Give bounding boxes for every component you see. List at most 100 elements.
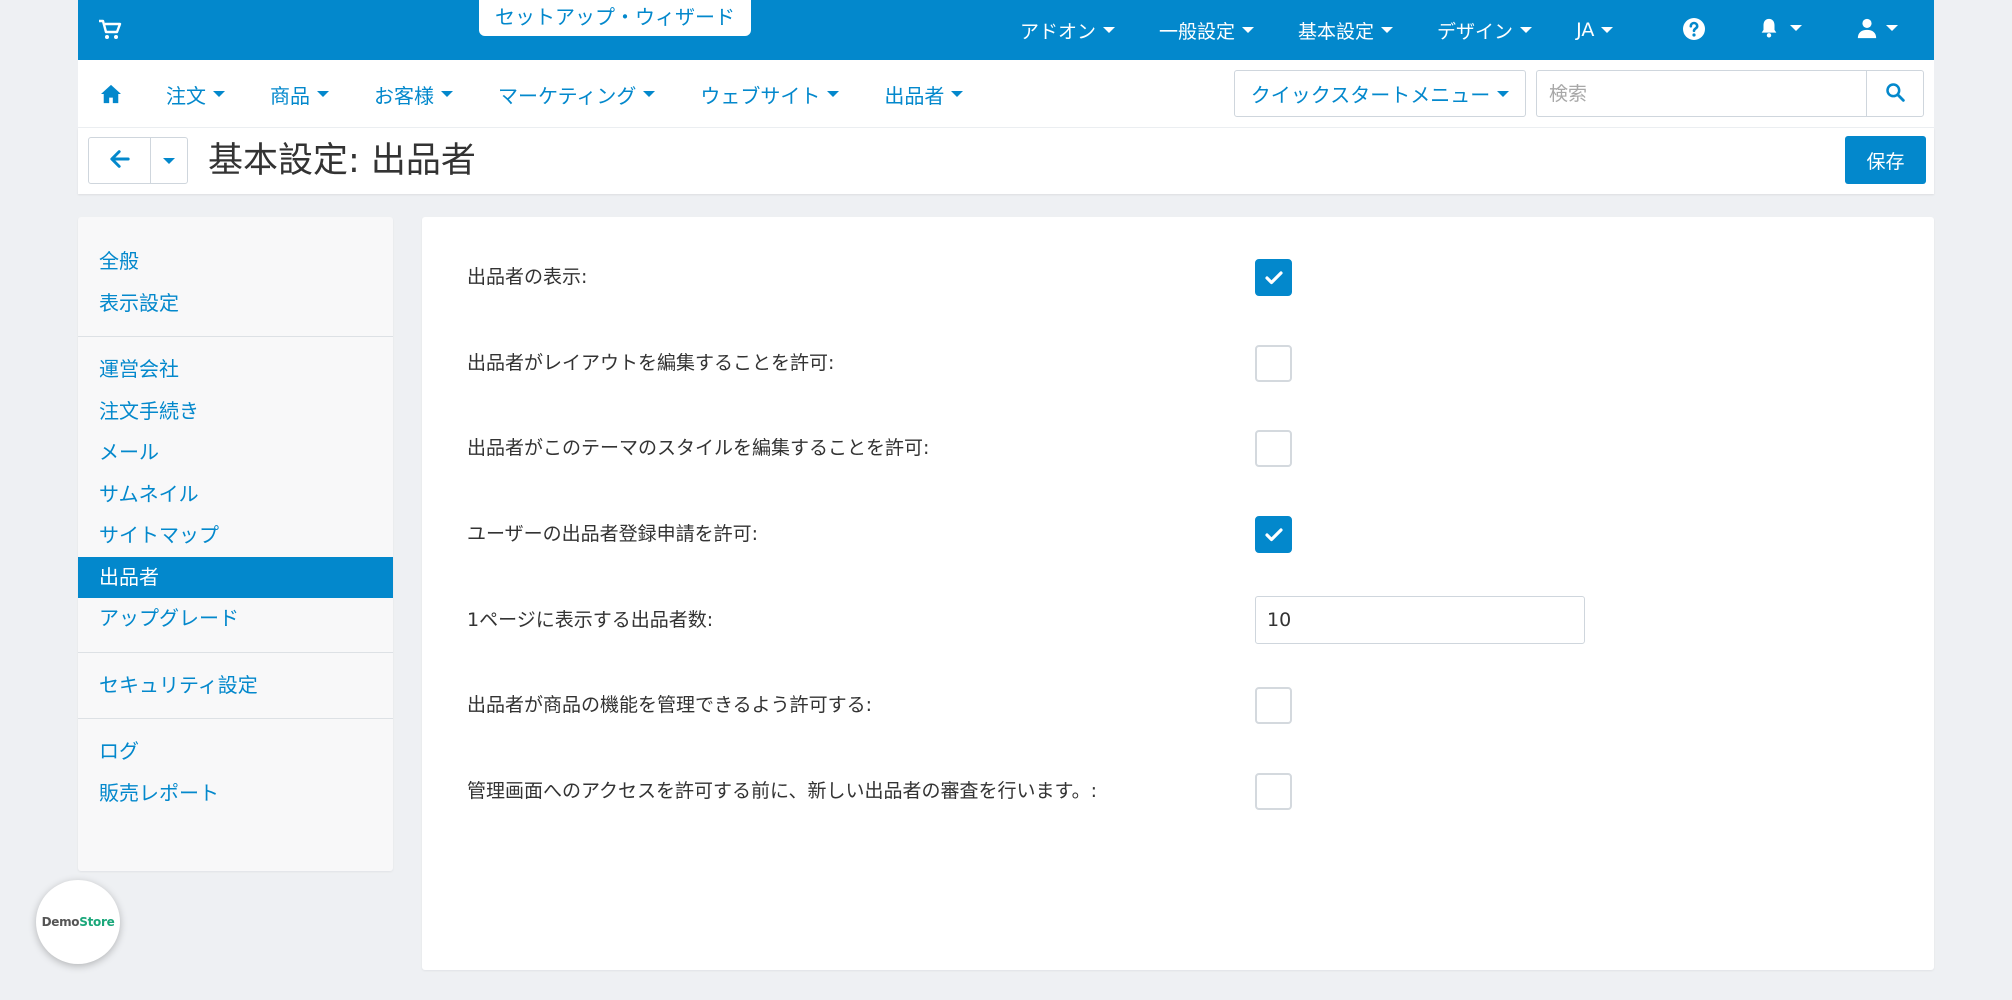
nav-items: 注文 商品 お客様 マーケティング ウェブサイト 出品者 <box>166 60 1008 128</box>
page-title: 基本設定: 出品者 <box>208 141 476 181</box>
setting-label: 1ページに表示する出品者数: <box>467 609 714 631</box>
show-vendor-checkbox[interactable] <box>1255 259 1292 296</box>
sidebar-item-security[interactable]: セキュリティ設定 <box>78 665 393 707</box>
nav-website[interactable]: ウェブサイト <box>700 80 840 109</box>
caret-down-icon <box>1103 27 1116 33</box>
caret-down-icon <box>1601 27 1614 33</box>
home-icon[interactable] <box>100 84 122 108</box>
sidebar-group: ログ 販売レポート <box>78 719 393 826</box>
sidebar-item-appearance[interactable]: 表示設定 <box>78 283 393 325</box>
moderate-new-vendors-checkbox[interactable] <box>1255 773 1292 810</box>
arrow-left-icon <box>109 149 130 172</box>
back-button-group <box>88 137 188 184</box>
sidebar-group: 全般 表示設定 <box>78 217 393 337</box>
setting-label: 出品者がレイアウトを編集することを許可: <box>467 352 835 374</box>
save-button[interactable]: 保存 <box>1845 136 1926 184</box>
setup-wizard-button[interactable]: セットアップ・ウィザード <box>479 0 751 36</box>
caret-down-icon <box>1886 25 1898 31</box>
caret-down-icon <box>163 157 175 164</box>
search-icon <box>1885 82 1905 106</box>
setting-row: 1ページに表示する出品者数: <box>467 596 1867 644</box>
nav-label: お客様 <box>374 83 434 108</box>
sidebar-group: セキュリティ設定 <box>78 653 393 719</box>
setting-label: 出品者の表示: <box>467 266 588 288</box>
setting-row: 出品者が商品の機能を管理できるよう許可する: <box>467 685 1867 725</box>
top-menu-label: デザイン <box>1437 20 1514 43</box>
top-menu: アドオン 一般設定 基本設定 デザイン JA <box>1020 0 1657 60</box>
sidebar-item-vendors[interactable]: 出品者 <box>78 556 393 598</box>
top-menu-addons[interactable]: アドオン <box>1020 17 1116 44</box>
setting-label: ユーザーの出品者登録申請を許可: <box>467 523 759 545</box>
caret-down-icon <box>951 91 964 97</box>
nav-products[interactable]: 商品 <box>270 80 329 109</box>
search-input[interactable] <box>1536 70 1866 117</box>
caret-down-icon <box>1520 27 1533 33</box>
sidebar-item-thumbnails[interactable]: サムネイル <box>78 474 393 516</box>
setting-label: 出品者が商品の機能を管理できるよう許可する: <box>467 694 873 716</box>
allow-manage-features-checkbox[interactable] <box>1255 687 1292 724</box>
checkmark-icon <box>1264 527 1283 541</box>
setting-row: 出品者の表示: <box>467 257 1867 297</box>
sidebar-item-emails[interactable]: メール <box>78 432 393 474</box>
cart-icon[interactable] <box>98 18 122 42</box>
nav-label: 注文 <box>166 83 206 108</box>
caret-down-icon <box>1242 27 1255 33</box>
settings-panel: 出品者の表示: 出品者がレイアウトを編集することを許可: 出品者がこのテーマのス… <box>422 217 1934 970</box>
nav-label: 出品者 <box>884 83 945 108</box>
sidebar-item-sitemap[interactable]: サイトマップ <box>78 515 393 557</box>
main-navigation: 注文 商品 お客様 マーケティング ウェブサイト 出品者 クイックスタートメニュ… <box>78 60 1934 128</box>
caret-down-icon <box>317 91 329 97</box>
nav-customers[interactable]: お客様 <box>374 80 453 109</box>
nav-label: 商品 <box>270 83 310 108</box>
top-menu-settings[interactable]: 基本設定 <box>1298 17 1394 44</box>
sidebar-item-logs[interactable]: ログ <box>78 731 393 773</box>
top-bar: セットアップ・ウィザード アドオン 一般設定 基本設定 デザイン JA <box>78 0 1934 60</box>
nav-orders[interactable]: 注文 <box>166 80 225 109</box>
caret-down-icon <box>1497 90 1510 97</box>
caret-down-icon <box>827 91 840 97</box>
back-button[interactable] <box>89 138 151 183</box>
top-menu-label: 基本設定 <box>1298 20 1375 43</box>
top-menu-general[interactable]: 一般設定 <box>1159 17 1255 44</box>
setting-row: 出品者がレイアウトを編集することを許可: <box>467 343 1867 383</box>
allow-edit-theme-style-checkbox[interactable] <box>1255 430 1292 467</box>
setting-row: ユーザーの出品者登録申請を許可: <box>467 514 1867 554</box>
sidebar-item-sales-reports[interactable]: 販売レポート <box>78 773 393 815</box>
vendors-per-page-input[interactable] <box>1255 596 1585 644</box>
top-menu-design[interactable]: デザイン <box>1437 17 1533 44</box>
checkmark-icon <box>1264 270 1283 284</box>
sidebar-group: 運営会社 注文手続き メール サムネイル サイトマップ 出品者 アップグレード <box>78 337 393 653</box>
nav-marketing[interactable]: マーケティング <box>498 80 656 109</box>
sidebar-item-general[interactable]: 全般 <box>78 241 393 283</box>
caret-down-icon <box>213 91 225 97</box>
caret-down-icon <box>1381 27 1394 33</box>
allow-vendor-registration-checkbox[interactable] <box>1255 516 1292 553</box>
user-menu-icon[interactable] <box>1856 17 1898 39</box>
help-icon[interactable] <box>1682 17 1706 41</box>
page-header: 基本設定: 出品者 保存 <box>78 128 1934 194</box>
setting-row: 出品者がこのテーマのスタイルを編集することを許可: <box>467 428 1867 468</box>
language-selector[interactable]: JA <box>1576 19 1614 41</box>
settings-sidebar: 全般 表示設定 運営会社 注文手続き メール サムネイル サイトマップ 出品者 … <box>78 217 393 871</box>
search-button[interactable] <box>1866 70 1924 117</box>
quick-start-menu-button[interactable]: クイックスタートメニュー <box>1234 70 1526 117</box>
setting-label: 管理画面へのアクセスを許可する前に、新しい出品者の審査を行います。: <box>467 780 1097 802</box>
sidebar-item-upgrade[interactable]: アップグレード <box>78 598 393 640</box>
notifications-bell-icon[interactable] <box>1758 17 1802 39</box>
sidebar-item-company[interactable]: 運営会社 <box>78 349 393 391</box>
nav-label: マーケティング <box>498 83 637 108</box>
top-menu-label: JA <box>1576 19 1595 41</box>
quick-start-label: クイックスタートメニュー <box>1250 83 1491 107</box>
sidebar-item-checkout[interactable]: 注文手続き <box>78 391 393 433</box>
nav-vendors[interactable]: 出品者 <box>884 80 964 109</box>
setting-row: 管理画面へのアクセスを許可する前に、新しい出品者の審査を行います。: <box>467 771 1867 811</box>
history-dropdown-button[interactable] <box>151 138 187 183</box>
caret-down-icon <box>643 91 656 97</box>
top-menu-label: アドオン <box>1020 20 1097 43</box>
setting-label: 出品者がこのテーマのスタイルを編集することを許可: <box>467 437 930 459</box>
allow-edit-layout-checkbox[interactable] <box>1255 345 1292 382</box>
top-menu-label: 一般設定 <box>1159 20 1236 43</box>
demo-store-badge[interactable]: Demo Store <box>36 880 120 964</box>
badge-text-demo: Demo <box>41 915 80 929</box>
caret-down-icon <box>441 91 453 97</box>
